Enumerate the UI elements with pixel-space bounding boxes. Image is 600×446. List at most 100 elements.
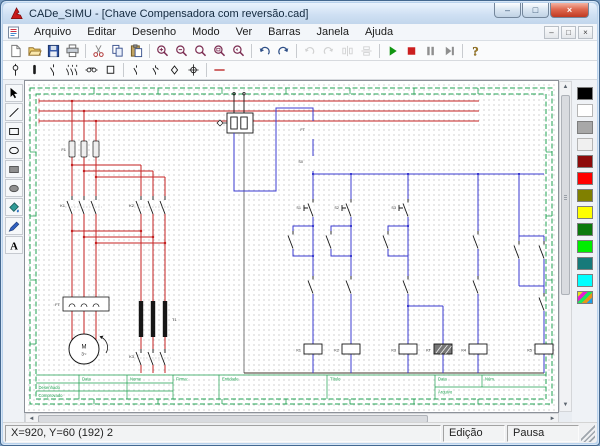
simulate-play-button[interactable] xyxy=(383,42,402,59)
color-swatch-3[interactable] xyxy=(576,138,593,151)
label-contactor-right: K2 xyxy=(129,203,135,208)
redo-button[interactable] xyxy=(274,42,293,59)
color-swatch-7[interactable] xyxy=(576,206,593,219)
vertical-scroll-thumb[interactable] xyxy=(561,95,570,295)
rotate-left-button[interactable] xyxy=(300,42,319,59)
text-button[interactable]: A xyxy=(4,236,23,254)
ellipse-filled-button[interactable] xyxy=(4,179,23,197)
maximize-button[interactable]: □ xyxy=(522,3,549,18)
menu-arquivo[interactable]: Arquivo xyxy=(26,24,79,40)
titleblock-file: Arquivo xyxy=(438,390,453,395)
flip-horizontal-button[interactable] xyxy=(338,42,357,59)
zoom-window-button[interactable] xyxy=(210,42,229,59)
sym-changeover-button[interactable] xyxy=(146,62,165,79)
color-swatch-8[interactable] xyxy=(576,223,593,236)
save-button[interactable] xyxy=(44,42,63,59)
menu-ajuda[interactable]: Ajuda xyxy=(357,24,401,40)
simulate-step-button[interactable] xyxy=(440,42,459,59)
schematic-canvas[interactable]: Data Nome Firma: Entidade Título Data Nú… xyxy=(24,80,559,413)
rectangle-button[interactable] xyxy=(4,122,23,140)
copy-button[interactable] xyxy=(108,42,127,59)
simulation-state: Pausa xyxy=(507,424,579,442)
sym-contact-triple-button[interactable] xyxy=(63,62,82,79)
control-circuit xyxy=(233,107,545,373)
workspace: A Data Nome Firma: Entidade Título Data … xyxy=(3,80,597,425)
color-swatch-0[interactable] xyxy=(576,87,593,100)
zoom-in-button[interactable] xyxy=(153,42,172,59)
close-button[interactable]: × xyxy=(550,3,589,18)
flip-vertical-button[interactable] xyxy=(357,42,376,59)
sym-terminal-button[interactable] xyxy=(184,62,203,79)
toolbar-separator xyxy=(379,43,380,58)
cut-button[interactable] xyxy=(89,42,108,59)
paste-button[interactable] xyxy=(127,42,146,59)
color-swatch-custom[interactable] xyxy=(576,291,593,304)
sym-wire-button[interactable] xyxy=(210,62,229,79)
zoom-out-button[interactable] xyxy=(172,42,191,59)
zoom-previous-button[interactable] xyxy=(229,42,248,59)
rotate-right-button[interactable] xyxy=(319,42,338,59)
label-stop-button: S0 xyxy=(298,160,303,164)
scroll-up-arrow[interactable]: ▲ xyxy=(560,82,571,93)
menu-modo[interactable]: Modo xyxy=(184,24,228,40)
label-coil-3: K3 xyxy=(391,349,396,353)
svg-text:?: ? xyxy=(472,44,478,57)
line-button[interactable] xyxy=(4,103,23,121)
help-button[interactable]: ? xyxy=(466,42,485,59)
sym-pole-button[interactable] xyxy=(6,62,25,79)
color-swatch-10[interactable] xyxy=(576,257,593,270)
mdi-restore-button[interactable]: □ xyxy=(561,25,576,39)
label-control-overload: FT xyxy=(300,128,305,132)
mdi-close-button[interactable]: × xyxy=(578,25,593,39)
new-button[interactable] xyxy=(6,42,25,59)
title-bar: CADe_SIMU - [Chave Compensadora com reve… xyxy=(3,3,597,24)
color-swatch-9[interactable] xyxy=(576,240,593,253)
color-swatch-4[interactable] xyxy=(576,155,593,168)
titleblock-date: Data xyxy=(82,377,92,382)
color-swatch-2[interactable] xyxy=(576,121,593,134)
print-button[interactable] xyxy=(63,42,82,59)
color-swatch-1[interactable] xyxy=(576,104,593,117)
toolbar-separator xyxy=(462,43,463,58)
document-icon xyxy=(7,26,21,39)
minimize-button[interactable]: – xyxy=(494,3,521,18)
toolbar-separator xyxy=(85,43,86,58)
scroll-down-arrow[interactable]: ▼ xyxy=(560,400,571,411)
mdi-minimize-button[interactable]: – xyxy=(544,25,559,39)
simulate-stop-button[interactable] xyxy=(402,42,421,59)
ellipse-button[interactable] xyxy=(4,141,23,159)
color-swatch-11[interactable] xyxy=(576,274,593,287)
fill-button[interactable] xyxy=(4,198,23,216)
select-button[interactable] xyxy=(4,84,23,102)
label-start-2: S2 xyxy=(334,206,339,210)
resize-grip[interactable] xyxy=(581,424,595,442)
label-overload: FT xyxy=(55,302,60,307)
sym-fuse-button[interactable] xyxy=(25,62,44,79)
sym-contact-button[interactable] xyxy=(44,62,63,79)
titleblock-name: Nome xyxy=(130,377,142,382)
color-swatch-5[interactable] xyxy=(576,172,593,185)
rectangle-filled-button[interactable] xyxy=(4,160,23,178)
sym-coil-button[interactable] xyxy=(82,62,101,79)
sym-diamond-button[interactable] xyxy=(165,62,184,79)
undo-button[interactable] xyxy=(255,42,274,59)
label-contactor-left: K1 xyxy=(60,203,66,208)
menu-ver[interactable]: Ver xyxy=(228,24,261,40)
label-coil-2: K2 xyxy=(334,349,339,353)
menu-editar[interactable]: Editar xyxy=(79,24,124,40)
open-button[interactable] xyxy=(25,42,44,59)
simulate-pause-button[interactable] xyxy=(421,42,440,59)
sym-contact-small-button[interactable] xyxy=(127,62,146,79)
label-motor: M xyxy=(82,345,87,351)
menu-desenho[interactable]: Desenho xyxy=(124,24,184,40)
sym-box-button[interactable] xyxy=(101,62,120,79)
color-swatch-6[interactable] xyxy=(576,189,593,202)
app-icon xyxy=(9,6,24,21)
titleblock-date2: Data xyxy=(438,377,448,382)
menu-janela[interactable]: Janela xyxy=(309,24,357,40)
menu-barras[interactable]: Barras xyxy=(260,24,308,40)
vertical-scrollbar[interactable]: ▲ ▼ xyxy=(559,81,572,412)
titleblock-title: Título xyxy=(330,377,341,382)
brush-button[interactable] xyxy=(4,217,23,235)
zoom-button[interactable] xyxy=(191,42,210,59)
